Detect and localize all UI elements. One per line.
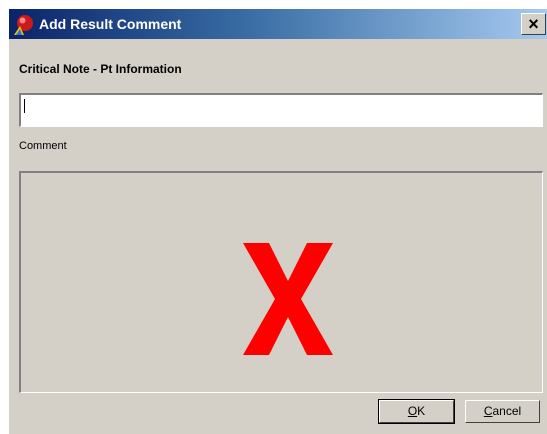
ok-button[interactable]: OK: [378, 399, 455, 424]
add-result-comment-dialog: Add Result Comment × Critical Note - Pt …: [8, 8, 547, 434]
critical-note-input[interactable]: [19, 93, 543, 127]
title-bar[interactable]: Add Result Comment ×: [9, 9, 547, 39]
close-icon: ×: [528, 14, 539, 34]
missing-content-x-icon: [243, 243, 333, 355]
app-orb-icon: [14, 15, 33, 35]
section-label: Critical Note - Pt Information: [19, 62, 182, 76]
ok-button-label: OK: [407, 404, 426, 418]
text-caret: [24, 99, 25, 113]
cancel-button-label: Cancel: [483, 404, 522, 418]
window-title: Add Result Comment: [39, 16, 182, 32]
cancel-button[interactable]: Cancel: [465, 400, 540, 423]
comment-area[interactable]: [19, 171, 543, 393]
close-button[interactable]: ×: [521, 13, 546, 35]
comment-label: Comment: [19, 140, 67, 152]
